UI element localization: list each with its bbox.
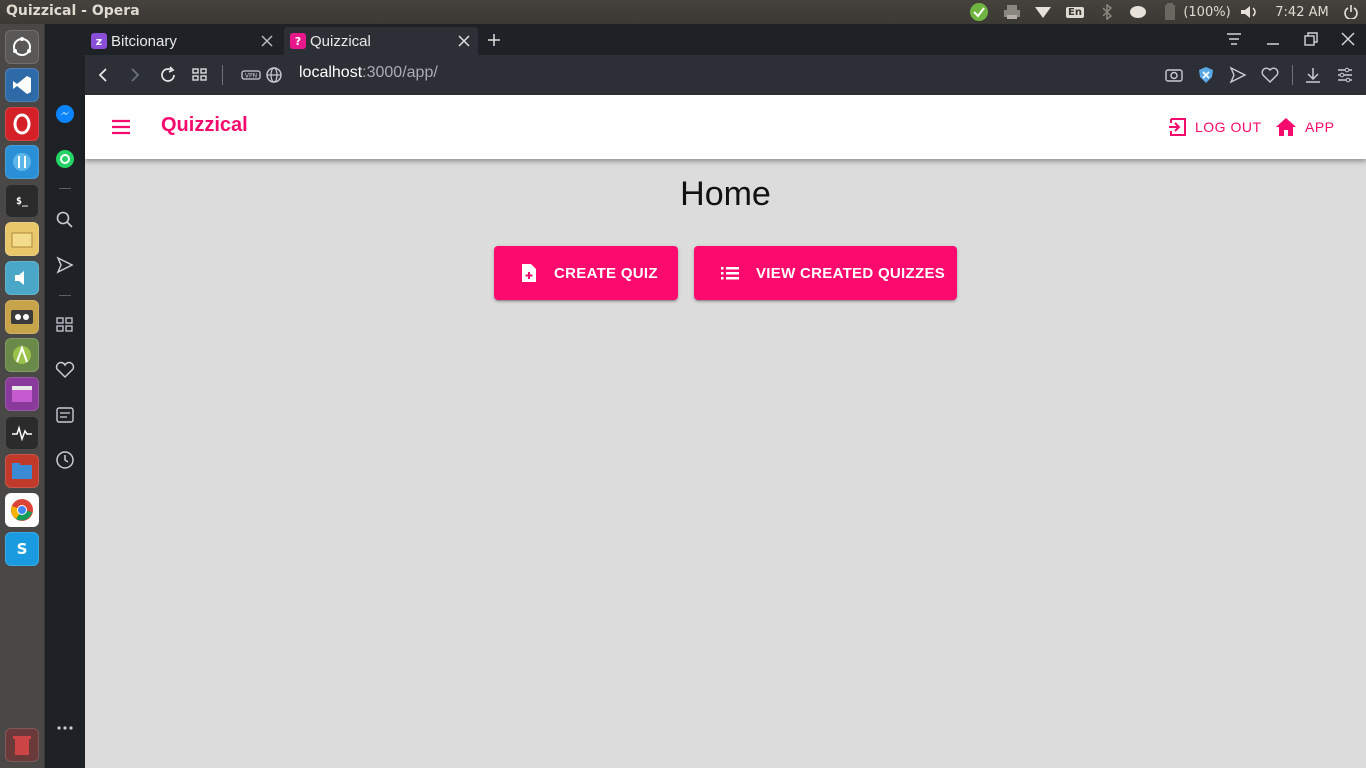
terminal-icon[interactable]: $_ <box>5 184 39 218</box>
create-quiz-label: CREATE QUIZ <box>554 264 658 282</box>
update-check-icon[interactable] <box>968 0 990 24</box>
file-manager-icon[interactable] <box>5 454 39 488</box>
power-icon[interactable] <box>1342 0 1360 24</box>
opera-icon[interactable] <box>5 107 39 141</box>
page-title: Home <box>680 175 771 213</box>
site-info-globe-icon[interactable] <box>264 65 284 85</box>
close-window-icon[interactable] <box>1339 30 1357 48</box>
app-brand[interactable]: Quizzical <box>161 114 248 137</box>
restore-icon[interactable] <box>1302 30 1320 48</box>
logout-button[interactable]: LOG OUT <box>1167 109 1262 145</box>
volume-icon[interactable] <box>1240 0 1260 24</box>
logout-icon <box>1169 118 1186 136</box>
url-field[interactable]: localhost:3000/app/ <box>299 64 438 82</box>
bookmark-heart-icon[interactable] <box>1260 65 1280 85</box>
downloads-icon[interactable] <box>1303 65 1323 85</box>
dash-home-icon[interactable] <box>5 30 39 64</box>
menu-icon[interactable] <box>109 115 133 139</box>
note-add-icon <box>522 264 536 282</box>
address-divider <box>222 65 223 85</box>
tab-title: Quizzical <box>310 32 371 50</box>
new-tab-icon[interactable] <box>486 32 502 48</box>
create-quiz-button[interactable]: CREATE QUIZ <box>494 246 678 300</box>
speaker-icon[interactable] <box>5 261 39 295</box>
sidebar-divider <box>59 295 71 296</box>
snapshot-camera-icon[interactable] <box>1164 65 1184 85</box>
chrome-icon[interactable] <box>5 493 39 527</box>
battery-percent: (100%) <box>1183 4 1231 20</box>
messaging-icon[interactable] <box>1128 0 1148 24</box>
app-bar: Quizzical LOG OUT APP <box>85 95 1366 159</box>
speed-dial-grid-icon[interactable] <box>190 65 210 85</box>
sound-mixer-icon[interactable] <box>5 145 39 179</box>
tab-title: Bitcionary <box>111 32 177 50</box>
close-tab-icon[interactable] <box>456 33 472 49</box>
more-icon[interactable] <box>53 716 77 740</box>
battery-icon[interactable] <box>1160 0 1180 24</box>
list-icon <box>721 267 739 280</box>
send-page-icon[interactable] <box>1228 65 1248 85</box>
opera-sidebar <box>45 24 85 768</box>
printer-icon[interactable] <box>1001 0 1023 24</box>
os-top-bar: Quizzical - Opera En (100%) 7:42 AM <box>0 0 1366 24</box>
tab-quizzical[interactable]: ? Quizzical <box>284 27 478 55</box>
app-nav-button[interactable]: APP <box>1275 109 1335 145</box>
home-icon <box>1276 118 1296 136</box>
search-icon[interactable] <box>53 208 77 232</box>
wifi-icon[interactable] <box>1033 0 1053 24</box>
ad-blocker-shield-icon[interactable] <box>1196 65 1216 85</box>
tab-bitcionary[interactable]: z Bitcionary <box>85 27 281 55</box>
keyboard-layout-indicator[interactable]: En <box>1065 0 1085 24</box>
tab-menu-icon[interactable] <box>1225 30 1243 48</box>
os-launcher: $_ S <box>0 24 45 768</box>
forward-icon[interactable] <box>125 65 145 85</box>
vscode-icon[interactable] <box>5 68 39 102</box>
send-icon[interactable] <box>53 253 77 277</box>
reload-icon[interactable] <box>158 65 178 85</box>
easy-setup-icon[interactable] <box>1335 65 1355 85</box>
vpn-icon[interactable]: VPN <box>241 65 261 85</box>
minimize-icon[interactable] <box>1264 30 1282 48</box>
sidebar-divider <box>59 188 71 189</box>
close-tab-icon[interactable] <box>259 33 275 49</box>
whatsapp-icon[interactable] <box>53 147 77 171</box>
clock[interactable]: 7:42 AM <box>1272 0 1332 24</box>
svg-text:VPN: VPN <box>245 73 257 80</box>
bitcionary-favicon-icon: z <box>91 33 107 49</box>
news-icon[interactable] <box>53 403 77 427</box>
address-bar: VPN localhost:3000/app/ <box>85 55 1366 95</box>
speed-dial-icon[interactable] <box>53 313 77 337</box>
tab-strip: z Bitcionary ? Quizzical <box>85 24 1366 55</box>
view-created-quizzes-button[interactable]: VIEW CREATED QUIZZES <box>694 246 957 300</box>
cassette-icon[interactable] <box>5 300 39 334</box>
quizzical-favicon-icon: ? <box>290 33 306 49</box>
trash-icon[interactable] <box>5 728 39 762</box>
heart-icon[interactable] <box>53 358 77 382</box>
view-created-quizzes-label: VIEW CREATED QUIZZES <box>756 264 946 282</box>
back-icon[interactable] <box>93 65 113 85</box>
app-nav-label: APP <box>1305 119 1335 135</box>
address-divider <box>1292 65 1293 85</box>
window-app-icon[interactable] <box>5 377 39 411</box>
messenger-icon[interactable] <box>53 102 77 126</box>
history-icon[interactable] <box>53 448 77 472</box>
files-icon[interactable] <box>5 222 39 256</box>
system-monitor-icon[interactable] <box>5 416 39 450</box>
window-title: Quizzical - Opera <box>6 3 140 19</box>
logout-label: LOG OUT <box>1195 119 1262 135</box>
bluetooth-icon[interactable] <box>1099 0 1115 24</box>
skype-icon[interactable]: S <box>5 532 39 566</box>
web-page: Quizzical LOG OUT APP Home CREATE QUIZ V… <box>85 95 1366 768</box>
android-studio-icon[interactable] <box>5 338 39 372</box>
